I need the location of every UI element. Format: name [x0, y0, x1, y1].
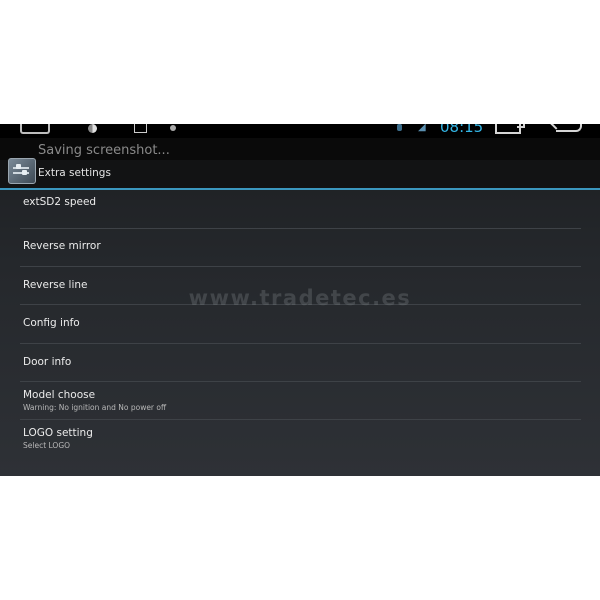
- watermark: www.tradetec.es: [188, 286, 412, 310]
- list-item-title: LOGO setting: [23, 427, 93, 439]
- list-item-title: Model choose: [23, 389, 96, 401]
- list-item-summary: Warning: No ignition and No power off: [23, 403, 167, 412]
- picture-icon: [134, 124, 147, 133]
- notification-ticker: Saving screenshot...: [0, 138, 600, 160]
- list-item-title: Door info: [23, 356, 72, 368]
- list-item-reverse-mirror[interactable]: Reverse mirror: [20, 228, 581, 267]
- list-item-title: extSD2 speed: [23, 196, 97, 208]
- back-icon[interactable]: [556, 124, 582, 132]
- status-bar: ◢ 08:15: [0, 124, 600, 138]
- settings-app-icon[interactable]: [8, 158, 36, 184]
- signal-icon: ◢: [418, 124, 426, 133]
- list-item-door-info[interactable]: Door info: [20, 344, 581, 382]
- list-item-summary: Select LOGO: [23, 441, 71, 450]
- home-icon[interactable]: [20, 124, 50, 134]
- recent-apps-icon[interactable]: [495, 124, 525, 134]
- ticker-text: Saving screenshot...: [38, 143, 170, 158]
- list-item-extsd2-speed[interactable]: extSD2 speed: [20, 182, 581, 229]
- list-item-model-choose[interactable]: Model choose Warning: No ignition and No…: [20, 382, 581, 420]
- page-title: Extra settings: [38, 167, 111, 179]
- list-item-config-info[interactable]: Config info: [20, 305, 581, 344]
- dot-icon: [170, 125, 176, 131]
- clock: 08:15: [440, 124, 484, 136]
- list-item-title: Reverse mirror: [23, 240, 101, 252]
- list-item-title: Config info: [23, 317, 80, 329]
- device-screen: ◢ 08:15 Saving screenshot... Extra setti…: [0, 124, 600, 476]
- list-item-logo-setting[interactable]: LOGO setting Select LOGO: [20, 420, 581, 457]
- app-icon: [88, 124, 97, 133]
- wifi-icon: [397, 124, 402, 131]
